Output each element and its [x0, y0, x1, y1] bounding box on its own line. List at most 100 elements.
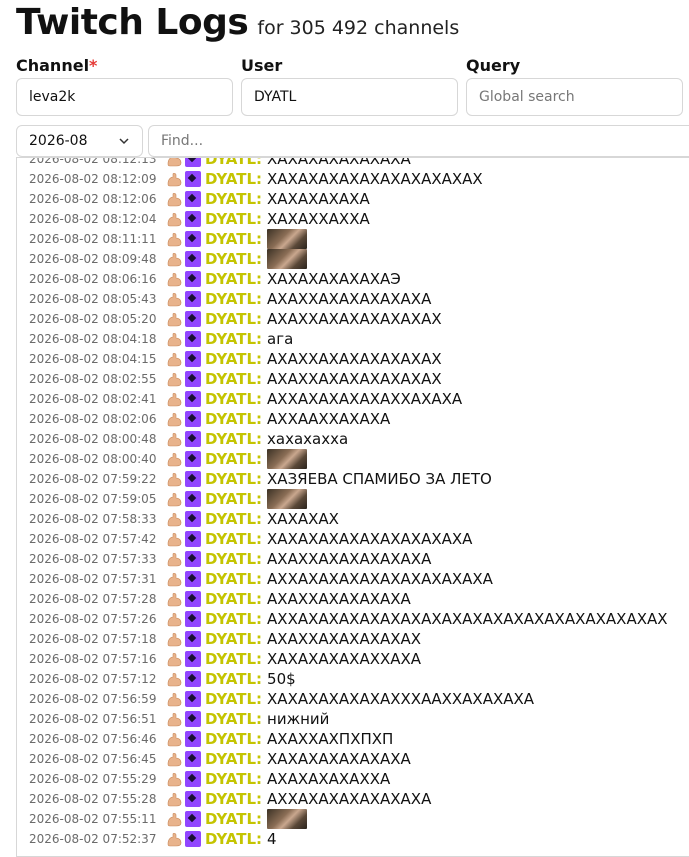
log-timestamp: 2026-08-02 08:04:15 — [29, 352, 157, 366]
flexed-biceps-icon — [166, 631, 182, 647]
log-message: ХАХАХАХАХАХХАХА — [267, 650, 422, 668]
log-list[interactable]: 2026-08-02 08:12:13 DYATL: ХАХАХАХАХАХАХА 2… — [16, 157, 689, 857]
log-timestamp: 2026-08-02 07:55:29 — [29, 772, 157, 786]
log-username[interactable]: DYATL: — [205, 650, 262, 668]
month-select[interactable]: 2026-08 — [16, 125, 143, 157]
flexed-biceps-icon — [166, 451, 182, 467]
flexed-biceps-icon — [166, 551, 182, 567]
log-row: 2026-08-02 08:00:40 DYATL: — [29, 449, 668, 469]
log-username[interactable]: DYATL: — [205, 370, 262, 388]
user-input[interactable] — [241, 78, 458, 116]
log-message: 50$ — [267, 670, 296, 688]
flexed-biceps-icon — [166, 771, 182, 787]
log-username[interactable]: DYATL: — [205, 390, 262, 408]
log-timestamp: 2026-08-02 08:11:11 — [29, 232, 157, 246]
log-row: 2026-08-02 07:59:05 DYATL: — [29, 489, 668, 509]
log-timestamp: 2026-08-02 07:55:28 — [29, 792, 157, 806]
subscriber-badge-icon — [185, 491, 201, 507]
flexed-biceps-icon — [166, 731, 182, 747]
log-username[interactable]: DYATL: — [205, 490, 262, 508]
subscriber-badge-icon — [185, 391, 201, 407]
find-input[interactable] — [148, 125, 689, 157]
log-username[interactable]: DYATL: — [205, 750, 262, 768]
log-username[interactable]: DYATL: — [205, 610, 262, 628]
log-username[interactable]: DYATL: — [205, 450, 262, 468]
log-row: 2026-08-02 07:55:29 DYATL: АХАХАХАХАХХА — [29, 769, 668, 789]
log-message: АХАХХАХАХАХАХАХ — [267, 630, 422, 648]
log-username[interactable]: DYATL: — [205, 630, 262, 648]
global-search-input[interactable] — [466, 78, 683, 116]
log-username[interactable]: DYATL: — [205, 670, 262, 688]
flexed-biceps-icon — [166, 271, 182, 287]
log-username[interactable]: DYATL: — [205, 310, 262, 328]
log-username[interactable]: DYATL: — [205, 230, 262, 248]
log-username[interactable]: DYATL: — [205, 158, 262, 168]
log-username[interactable]: DYATL: — [205, 430, 262, 448]
subscriber-badge-icon — [185, 351, 201, 367]
log-username[interactable]: DYATL: — [205, 350, 262, 368]
channel-label: Channel* — [16, 56, 97, 75]
subscriber-badge-icon — [185, 291, 201, 307]
log-username[interactable]: DYATL: — [205, 210, 262, 228]
log-username[interactable]: DYATL: — [205, 190, 262, 208]
log-row: 2026-08-02 07:56:46 DYATL: АХАХХАХПХПХП — [29, 729, 668, 749]
log-row: 2026-08-02 08:04:18 DYATL: ага — [29, 329, 668, 349]
subscriber-badge-icon — [185, 611, 201, 627]
log-username[interactable]: DYATL: — [205, 770, 262, 788]
log-row: 2026-08-02 07:55:28 DYATL: АХХАХАХАХАХАХАХ… — [29, 789, 668, 809]
flexed-biceps-icon — [166, 711, 182, 727]
channel-input[interactable] — [16, 78, 233, 116]
log-timestamp: 2026-08-02 08:04:18 — [29, 332, 157, 346]
log-username[interactable]: DYATL: — [205, 530, 262, 548]
log-message: хахахахха — [267, 430, 349, 448]
log-username[interactable]: DYATL: — [205, 810, 262, 828]
log-row: 2026-08-02 08:02:41 DYATL: АХХАХАХАХАХАХХА… — [29, 389, 668, 409]
flexed-biceps-icon — [166, 611, 182, 627]
log-timestamp: 2026-08-02 07:56:59 — [29, 692, 157, 706]
flexed-biceps-icon — [166, 571, 182, 587]
log-username[interactable]: DYATL: — [205, 830, 262, 848]
log-timestamp: 2026-08-02 08:02:06 — [29, 412, 157, 426]
log-row: 2026-08-02 07:56:45 DYATL: ХАХАХАХАХАХАХА — [29, 749, 668, 769]
log-username[interactable]: DYATL: — [205, 290, 262, 308]
log-username[interactable]: DYATL: — [205, 470, 262, 488]
log-username[interactable]: DYATL: — [205, 790, 262, 808]
log-row: 2026-08-02 08:06:16 DYATL: ХАХАХАХАХАХАЭ — [29, 269, 668, 289]
log-username[interactable]: DYATL: — [205, 590, 262, 608]
subscriber-badge-icon — [185, 211, 201, 227]
flexed-biceps-icon — [166, 391, 182, 407]
log-timestamp: 2026-08-02 07:57:31 — [29, 572, 157, 586]
log-message: ХАХАХАХАХАХАХА — [267, 750, 411, 768]
chevron-down-icon — [119, 138, 129, 145]
page-subtitle: for 305 492 channels — [257, 17, 460, 39]
log-timestamp: 2026-08-02 07:56:45 — [29, 752, 157, 766]
log-username[interactable]: DYATL: — [205, 570, 262, 588]
flexed-biceps-icon — [166, 511, 182, 527]
log-username[interactable]: DYATL: — [205, 250, 262, 268]
log-message: ХАХАХАХАХА — [267, 190, 370, 208]
log-row: 2026-08-02 07:57:42 DYATL: ХАХАХАХАХАХАХАХ… — [29, 529, 668, 549]
log-username[interactable]: DYATL: — [205, 330, 262, 348]
flexed-biceps-icon — [166, 231, 182, 247]
log-row: 2026-08-02 08:12:04 DYATL: ХАХАХХАХХА — [29, 209, 668, 229]
log-username[interactable]: DYATL: — [205, 710, 262, 728]
flexed-biceps-icon — [166, 491, 182, 507]
log-message: ХАХАХАХАХАХАХА — [267, 157, 411, 168]
log-timestamp: 2026-08-02 08:12:06 — [29, 192, 157, 206]
flexed-biceps-icon — [166, 431, 182, 447]
log-timestamp: 2026-08-02 07:56:46 — [29, 732, 157, 746]
log-row: 2026-08-02 07:56:51 DYATL: нижний — [29, 709, 668, 729]
log-row: 2026-08-02 07:57:33 DYATL: АХАХХАХАХАХАХАХ… — [29, 549, 668, 569]
log-message: ХАЗЯЕВА СПАМИБО ЗА ЛЕТО — [267, 470, 492, 488]
log-timestamp: 2026-08-02 08:00:48 — [29, 432, 157, 446]
log-timestamp: 2026-08-02 07:56:51 — [29, 712, 157, 726]
log-username[interactable]: DYATL: — [205, 170, 262, 188]
log-username[interactable]: DYATL: — [205, 730, 262, 748]
flexed-biceps-icon — [166, 291, 182, 307]
log-username[interactable]: DYATL: — [205, 270, 262, 288]
log-username[interactable]: DYATL: — [205, 410, 262, 428]
log-username[interactable]: DYATL: — [205, 690, 262, 708]
log-username[interactable]: DYATL: — [205, 550, 262, 568]
log-username[interactable]: DYATL: — [205, 510, 262, 528]
log-message: АХАХХАХАХАХАХАХА — [267, 290, 432, 308]
